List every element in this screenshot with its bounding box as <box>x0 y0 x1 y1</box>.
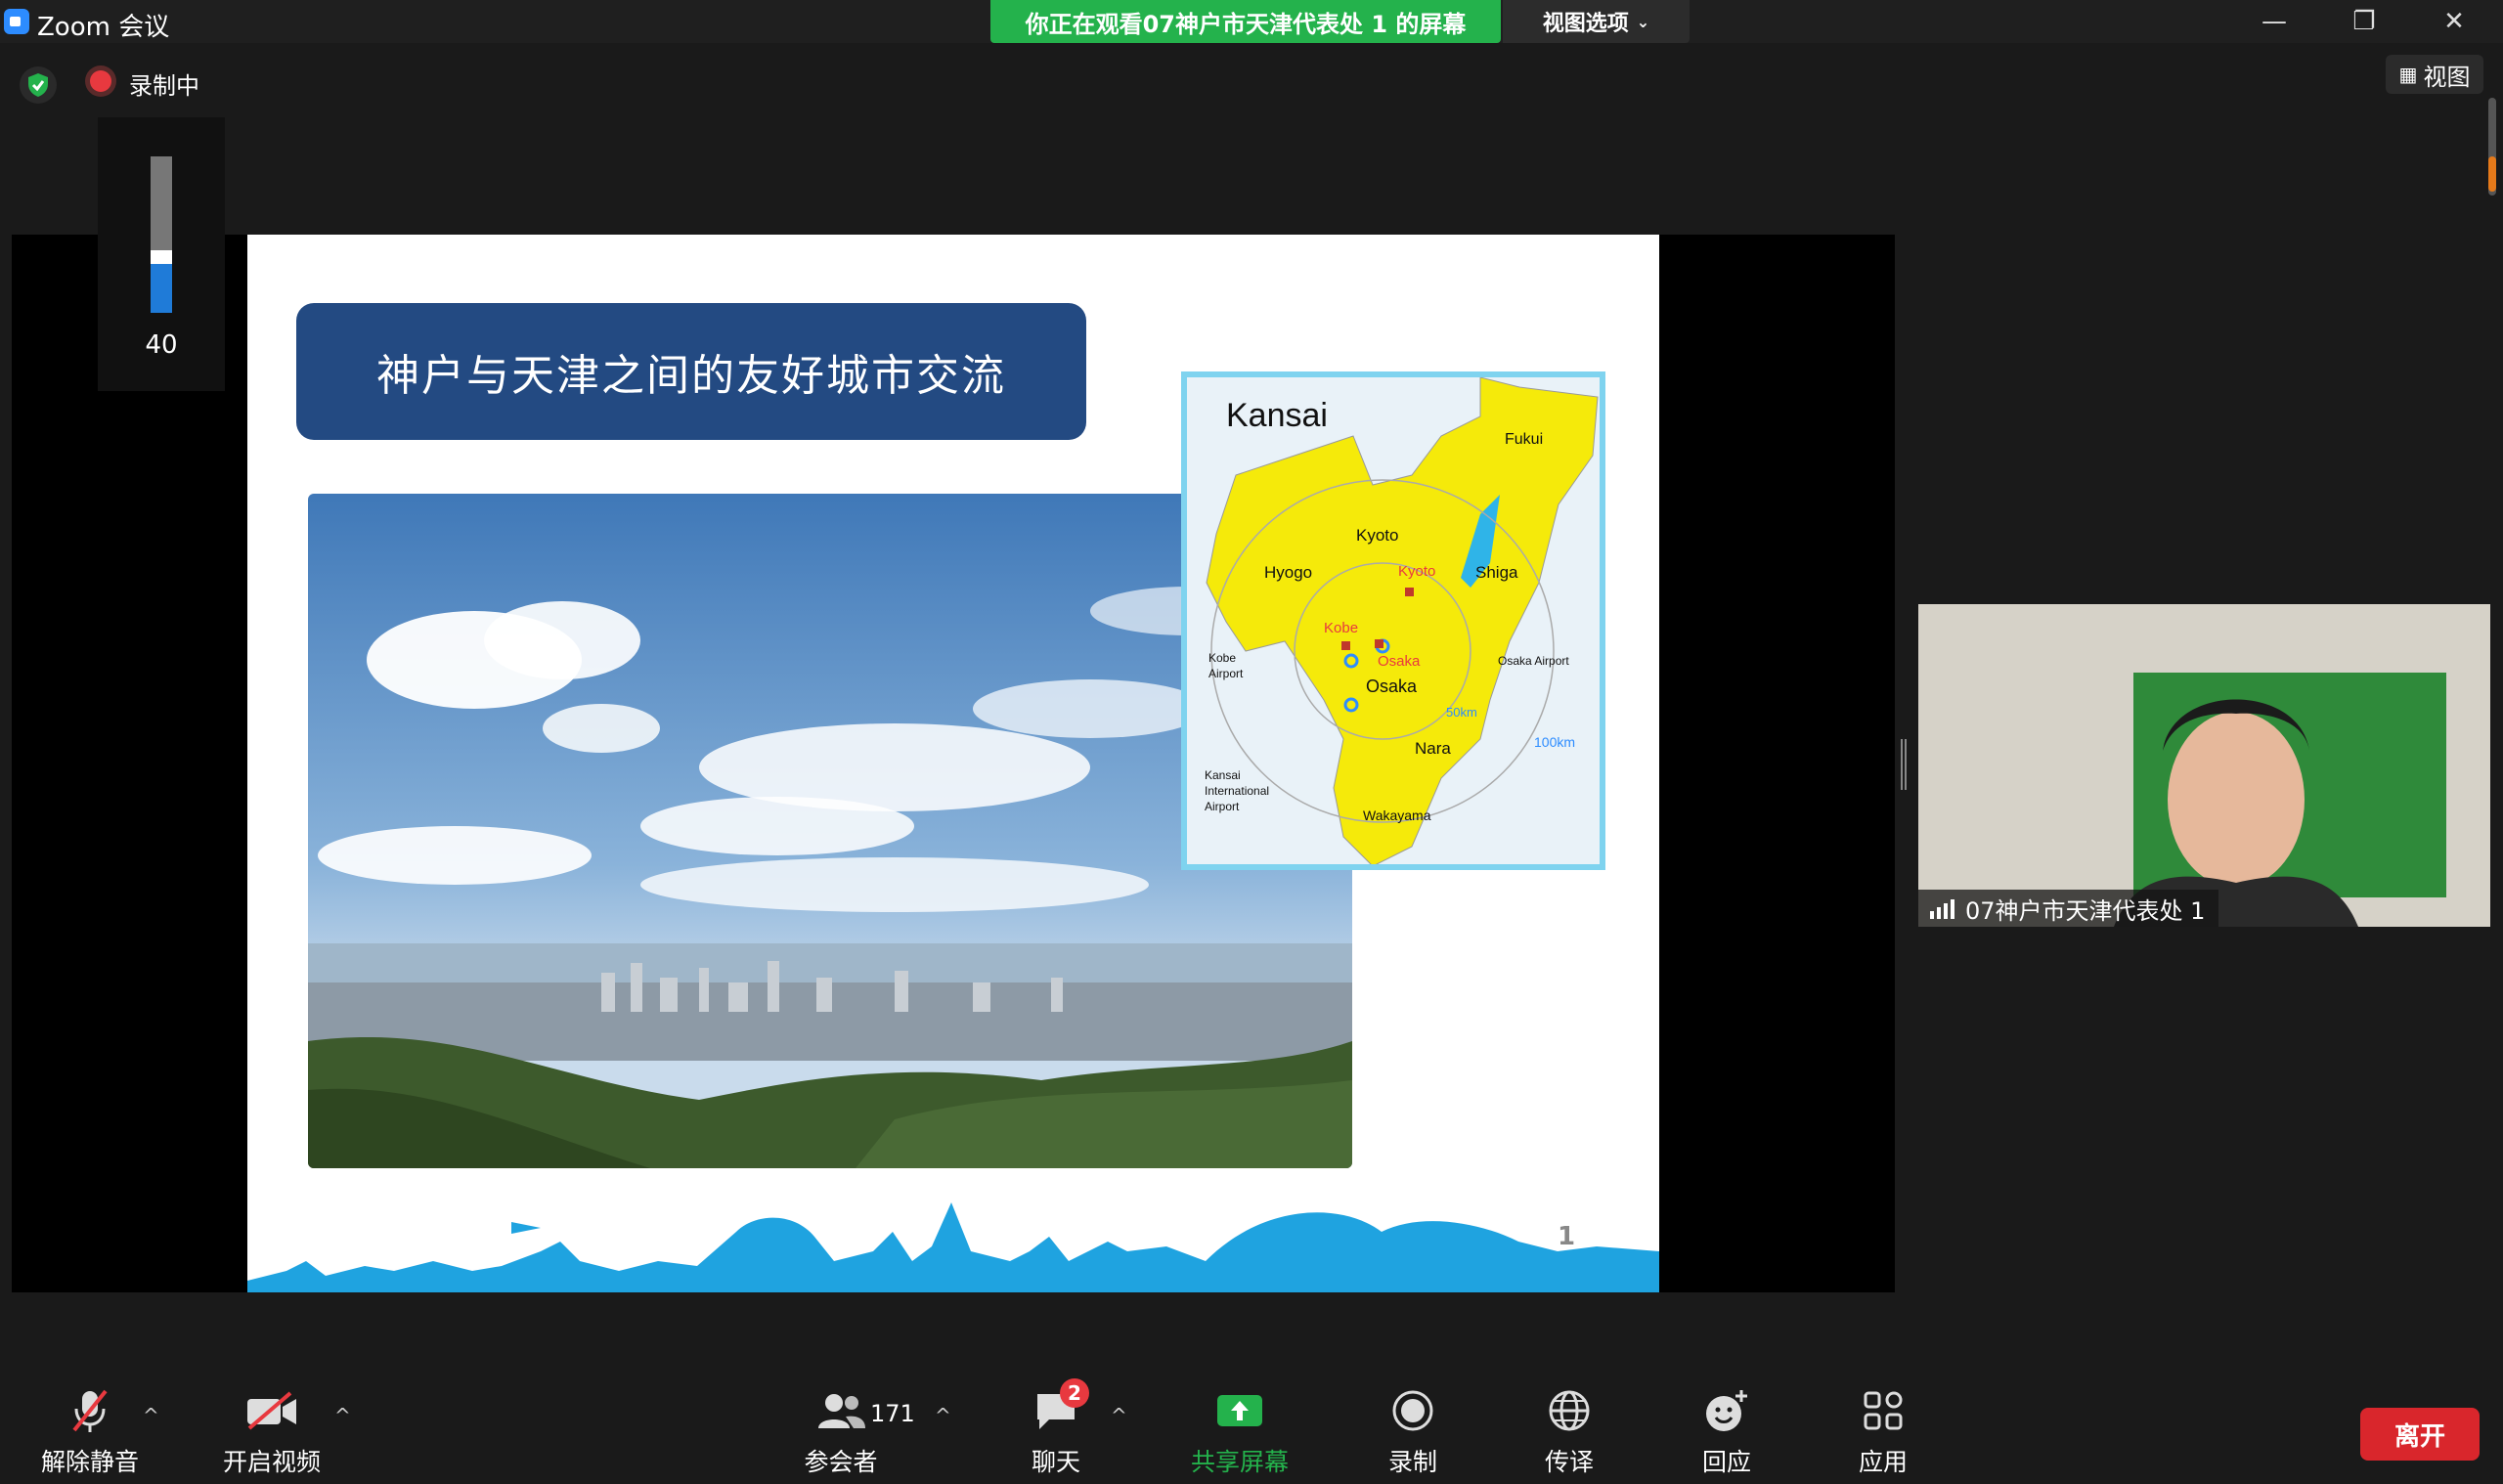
record-icon <box>1383 1386 1442 1435</box>
chat-button[interactable]: 2 聊天 <box>988 1378 1124 1478</box>
recording-label: 录制中 <box>129 72 199 100</box>
share-screen-button[interactable]: 共享屏幕 <box>1171 1386 1308 1478</box>
restore-button[interactable]: ❐ <box>2319 0 2409 43</box>
map-label-nara: Nara <box>1415 739 1451 758</box>
chat-label: 聊天 <box>1031 1448 1080 1476</box>
map-label-shiga: Shiga <box>1475 563 1518 582</box>
participants-label: 参会者 <box>804 1448 878 1476</box>
slide-page-number: 1 <box>1558 1222 1576 1251</box>
unmute-label: 解除静音 <box>40 1448 139 1476</box>
map-label-kobe-airport-1: Kobe <box>1208 651 1237 665</box>
map-label-wakayama: Wakayama <box>1363 807 1431 823</box>
apps-icon <box>1854 1386 1912 1435</box>
slide-title: 神户与天津之间的友好城市交流 <box>296 303 1086 440</box>
signal-strength-icon <box>1930 897 1954 919</box>
participants-icon <box>812 1386 870 1435</box>
emoji-icon <box>1697 1386 1756 1435</box>
video-off-icon <box>242 1386 301 1435</box>
participant-count: 171 <box>870 1400 915 1427</box>
security-shield-icon[interactable] <box>20 66 57 104</box>
leave-button[interactable]: 离开 <box>2360 1408 2480 1461</box>
participant-video[interactable]: 07神户市天津代表处 1 <box>1918 604 2490 927</box>
view-label: 视图 <box>2423 63 2471 91</box>
kobe-skyline-footer <box>247 1193 1659 1292</box>
unmute-button[interactable]: 解除静音 <box>22 1386 158 1478</box>
view-options-label: 视图选项 <box>1542 12 1629 36</box>
map-label-kobe-airport-2: Airport <box>1208 667 1244 680</box>
viewing-screen-banner: 你正在观看07神户市天津代表处 1 的屏幕 <box>990 0 1501 43</box>
start-video-label: 开启视频 <box>222 1448 321 1476</box>
participant-name: 07神户市天津代表处 1 <box>1965 896 2206 925</box>
participants-options-caret[interactable]: ^ <box>935 1404 951 1427</box>
map-label-hyogo: Hyogo <box>1264 563 1313 582</box>
volume-value: 40 <box>145 330 178 360</box>
map-label-kix-3: Airport <box>1205 800 1240 813</box>
participant-name-tag: 07神户市天津代表处 1 <box>1918 890 2219 927</box>
chat-options-caret[interactable]: ^ <box>1111 1404 1127 1427</box>
apps-button[interactable]: 应用 <box>1815 1386 1952 1478</box>
volume-fill <box>151 250 172 313</box>
share-screen-icon <box>1210 1386 1269 1435</box>
apps-label: 应用 <box>1858 1448 1908 1476</box>
panel-resize-handle[interactable] <box>1901 739 1907 790</box>
reactions-button[interactable]: 回应 <box>1658 1386 1795 1478</box>
record-button[interactable]: 录制 <box>1344 1386 1481 1478</box>
grid-icon: ▦ <box>2398 63 2418 86</box>
record-label: 录制 <box>1387 1448 1437 1476</box>
audio-options-caret[interactable]: ^ <box>143 1404 159 1427</box>
chat-unread-badge: 2 <box>1060 1378 1089 1408</box>
close-button[interactable]: ✕ <box>2409 0 2499 43</box>
globe-icon <box>1540 1386 1599 1435</box>
recording-icon <box>90 70 111 92</box>
map-label-kyoto-city: Kyoto <box>1398 563 1436 580</box>
interpretation-button[interactable]: 传译 <box>1501 1386 1638 1478</box>
map-label-osaka-airport: Osaka Airport <box>1498 654 1569 668</box>
chevron-down-icon: ⌄ <box>1636 12 1650 31</box>
kansai-map: Kansai Fukui Kyoto Hyogo Kyoto Shiga Kob… <box>1181 371 1605 870</box>
reactions-label: 回应 <box>1701 1448 1751 1476</box>
map-label-50km: 50km <box>1446 705 1477 720</box>
scrollbar-thumb[interactable] <box>2488 156 2496 192</box>
presentation-slide: 神户与天津之间的友好城市交流 Kansai Fukui Kyoto Hyogo … <box>247 235 1659 1292</box>
start-video-button[interactable]: 开启视频 <box>203 1386 340 1478</box>
map-label-kyoto-pref: Kyoto <box>1356 526 1399 545</box>
map-label-fukui: Fukui <box>1505 431 1544 448</box>
video-options-caret[interactable]: ^ <box>334 1404 351 1427</box>
microphone-muted-icon <box>61 1386 119 1435</box>
view-button[interactable]: ▦ 视图 <box>2386 55 2483 94</box>
map-label-osaka-pref: Osaka <box>1366 677 1418 696</box>
map-label-100km: 100km <box>1534 734 1576 750</box>
map-label-kix-2: International <box>1205 784 1270 798</box>
interpretation-label: 传译 <box>1544 1448 1594 1476</box>
window-title: Zoom 会议 <box>37 13 170 42</box>
volume-indicator: 40 <box>98 117 225 391</box>
view-options-button[interactable]: 视图选项 ⌄ <box>1503 0 1690 43</box>
share-screen-label: 共享屏幕 <box>1190 1448 1289 1476</box>
map-label-kix-1: Kansai <box>1205 768 1241 782</box>
chat-icon: 2 <box>1027 1378 1089 1435</box>
map-label-kobe: Kobe <box>1324 620 1359 636</box>
map-title: Kansai <box>1226 397 1328 434</box>
minimize-button[interactable]: — <box>2229 0 2319 43</box>
zoom-app-icon <box>4 9 29 34</box>
map-label-osaka-city: Osaka <box>1378 653 1421 670</box>
